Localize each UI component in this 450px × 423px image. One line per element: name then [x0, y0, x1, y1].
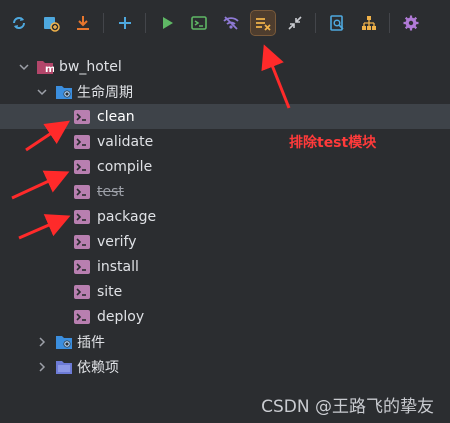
run-goal-icon: [74, 234, 90, 249]
dependencies-label: 依赖项: [77, 359, 119, 376]
toggle-offline-button[interactable]: [219, 11, 243, 35]
goal-deploy[interactable]: deploy: [0, 304, 450, 329]
goal-clean[interactable]: clean: [0, 104, 450, 129]
toggle-offline-icon: [223, 16, 239, 30]
toolbar-separator: [103, 13, 104, 33]
chevron-right-icon[interactable]: [36, 336, 48, 348]
goal-label: clean: [97, 108, 135, 125]
collapse-all-icon: [288, 16, 302, 30]
settings-icon: [403, 15, 419, 31]
lifecycle-folder-icon: [56, 85, 72, 99]
goal-label: site: [97, 283, 123, 300]
svg-text:m: m: [45, 64, 54, 75]
goal-label: compile: [97, 158, 153, 175]
run-goal-icon: [74, 259, 90, 274]
toolbar-separator: [315, 13, 316, 33]
run-goal-icon: [74, 109, 90, 124]
skip-tests-icon: [256, 18, 271, 31]
execute-goal-icon: [191, 16, 207, 30]
reload-icon: [13, 17, 25, 29]
goal-compile[interactable]: compile: [0, 154, 450, 179]
skip-tests-button[interactable]: [250, 10, 276, 36]
add-icon: [119, 17, 131, 29]
watermark: CSDN @王路飞的挚友: [261, 397, 434, 417]
run-goal-icon: [74, 309, 90, 324]
goal-test[interactable]: test: [0, 179, 450, 204]
run-icon: [163, 17, 173, 29]
goal-site[interactable]: site: [0, 279, 450, 304]
goal-install[interactable]: install: [0, 254, 450, 279]
settings-button[interactable]: [399, 11, 423, 35]
show-diagram-icon: [362, 16, 376, 30]
toolbar-separator: [145, 13, 146, 33]
maven-module-icon: m: [37, 60, 54, 75]
download-sources-icon: [77, 16, 89, 30]
analyze-dependencies-icon: [330, 15, 344, 31]
dependencies-folder-icon: [56, 360, 72, 374]
annotation-text: 排除test模块: [289, 135, 377, 151]
plugins-folder-icon: [56, 335, 72, 349]
goal-label: deploy: [97, 308, 145, 325]
tree-node-lifecycle[interactable]: 生命周期: [0, 79, 450, 104]
chevron-down-icon[interactable]: [18, 61, 30, 73]
plugins-label: 插件: [77, 334, 105, 351]
execute-goal-button[interactable]: [187, 11, 211, 35]
run-button[interactable]: [155, 11, 179, 35]
chevron-down-icon[interactable]: [36, 86, 48, 98]
goal-verify[interactable]: verify: [0, 229, 450, 254]
lifecycle-label: 生命周期: [77, 84, 133, 101]
tree-node-project[interactable]: m bw_hotel: [0, 54, 450, 79]
goal-label: verify: [97, 233, 137, 250]
run-goal-icon: [74, 284, 90, 299]
collapse-all-button[interactable]: [283, 11, 307, 35]
reload-button[interactable]: [7, 11, 31, 35]
add-maven-project-icon: [44, 17, 60, 32]
chevron-right-icon[interactable]: [36, 361, 48, 373]
analyze-dependencies-button[interactable]: [325, 11, 349, 35]
run-goal-icon: [74, 134, 90, 149]
goal-label-skipped: test: [97, 183, 124, 200]
run-goal-icon: [74, 209, 90, 224]
add-maven-project-button[interactable]: [39, 11, 63, 35]
goal-label: package: [97, 208, 157, 225]
goal-label: validate: [97, 133, 154, 150]
goal-label: install: [97, 258, 139, 275]
tree-node-plugins[interactable]: 插件: [0, 329, 450, 354]
maven-toolbar: [0, 0, 450, 46]
run-goal-icon: [74, 159, 90, 174]
show-diagram-button[interactable]: [357, 11, 381, 35]
goal-validate[interactable]: validate: [0, 129, 450, 154]
add-button[interactable]: [113, 11, 137, 35]
run-goal-icon: [74, 184, 90, 199]
goal-package[interactable]: package: [0, 204, 450, 229]
project-name: bw_hotel: [59, 58, 122, 75]
toolbar-separator: [389, 13, 390, 33]
tree-node-dependencies[interactable]: 依赖项: [0, 354, 450, 379]
download-sources-button[interactable]: [71, 11, 95, 35]
